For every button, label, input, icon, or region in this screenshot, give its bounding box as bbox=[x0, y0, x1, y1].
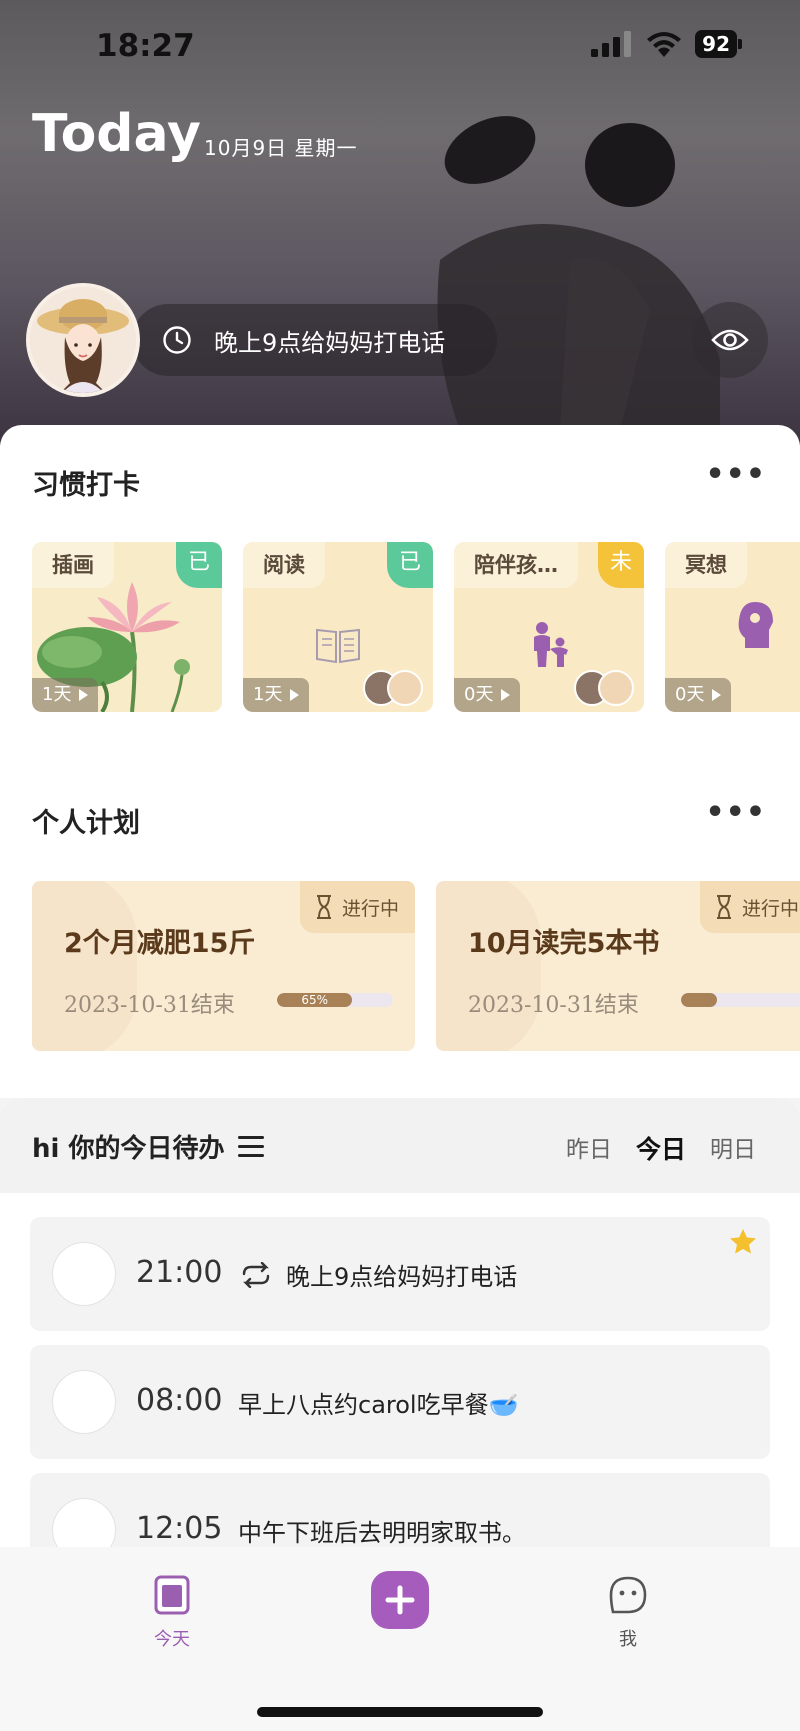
bottom-tab-bar: 今天 我 bbox=[0, 1547, 800, 1731]
hourglass-icon bbox=[316, 895, 331, 919]
play-icon bbox=[79, 689, 89, 701]
reminder-banner[interactable]: 晚上9点给妈妈打电话 bbox=[132, 304, 497, 376]
avatar bbox=[598, 670, 634, 706]
plan-end-date: 2023-10-31结束 bbox=[468, 993, 639, 1018]
parent-child-icon bbox=[534, 622, 568, 667]
todo-header: hi 你的今日待办 昨日 今日 明日 bbox=[0, 1098, 800, 1193]
todo-time: 12:05 bbox=[136, 1511, 223, 1546]
plan-status-badge: 进行中 bbox=[700, 881, 800, 933]
plan-end-date: 2023-10-31结束 bbox=[64, 993, 235, 1018]
reminder-text: 晚上9点给妈妈打电话 bbox=[214, 328, 446, 357]
plan-title: 10月读完5本书 bbox=[468, 928, 660, 959]
habit-status-tag: 未 bbox=[598, 542, 644, 588]
habit-section: 习惯打卡 ••• 插画 已 1天 阅读 已 1天 陪伴孩… 未 0天 冥想 0天 bbox=[0, 425, 800, 763]
page-title: Today bbox=[32, 104, 201, 164]
play-icon bbox=[290, 689, 300, 701]
clock-icon bbox=[163, 326, 191, 354]
todo-time: 21:00 bbox=[136, 1255, 223, 1290]
todo-checkbox[interactable] bbox=[52, 1242, 116, 1306]
plus-icon bbox=[385, 1585, 415, 1615]
habit-label: 插画 bbox=[32, 542, 114, 588]
status-time: 18:27 bbox=[96, 28, 195, 64]
plan-section: 个人计划 ••• 进行中 2个月减肥15斤 2023-10-31结束 65% 进… bbox=[0, 763, 800, 1098]
habit-streak[interactable]: 0天 bbox=[454, 678, 521, 712]
head-icon bbox=[738, 602, 773, 648]
todo-checkbox[interactable] bbox=[52, 1498, 116, 1547]
plan-title: 2个月减肥15斤 bbox=[64, 928, 256, 959]
habit-card-reading[interactable]: 阅读 已 1天 bbox=[243, 542, 433, 712]
todo-checkbox[interactable] bbox=[52, 1370, 116, 1434]
plan-progress-bar: 65% bbox=[277, 993, 393, 1007]
habit-label: 冥想 bbox=[665, 542, 747, 588]
habit-status-tag: 已 bbox=[387, 542, 433, 588]
habit-more-button[interactable]: ••• bbox=[705, 457, 766, 492]
plan-card-list: 进行中 2个月减肥15斤 2023-10-31结束 65% 进行中 10月读完5… bbox=[32, 881, 800, 1051]
panda-background-image bbox=[437, 116, 720, 430]
habit-card-illustration[interactable]: 插画 已 1天 bbox=[32, 542, 222, 712]
battery-level: 92 bbox=[695, 30, 737, 58]
plan-section-title: 个人计划 bbox=[32, 808, 140, 839]
habit-streak[interactable]: 1天 bbox=[32, 678, 99, 712]
todo-text: 早上八点约carol吃早餐🥣 bbox=[238, 1391, 519, 1419]
tab-yesterday[interactable]: 昨日 bbox=[566, 1130, 612, 1166]
menu-icon[interactable] bbox=[238, 1136, 265, 1157]
habit-streak[interactable]: 0天 bbox=[665, 678, 732, 712]
star-icon[interactable] bbox=[728, 1227, 758, 1257]
cellular-signal-icon bbox=[591, 31, 632, 57]
participant-avatars bbox=[574, 670, 636, 706]
tab-label: 今天 bbox=[154, 1629, 190, 1650]
habit-label: 陪伴孩… bbox=[454, 542, 578, 588]
todo-item[interactable]: 21:00 晚上9点给妈妈打电话 bbox=[30, 1217, 770, 1331]
plan-card[interactable]: 进行中 10月读完5本书 2023-10-31结束 bbox=[436, 881, 800, 1051]
habit-section-title: 习惯打卡 bbox=[32, 470, 140, 501]
plan-status-badge: 进行中 bbox=[299, 881, 415, 933]
status-bar: 18:27 92 bbox=[0, 0, 800, 95]
tab-tomorrow[interactable]: 明日 bbox=[710, 1130, 756, 1166]
hourglass-icon bbox=[717, 895, 731, 919]
repeat-icon bbox=[242, 1261, 270, 1288]
habit-label: 阅读 bbox=[243, 542, 325, 588]
wifi-icon bbox=[647, 32, 682, 57]
eye-icon bbox=[711, 329, 749, 351]
battery-indicator: 92 bbox=[695, 30, 742, 58]
tab-today[interactable]: 今日 bbox=[636, 1130, 686, 1166]
avatar-illustration bbox=[30, 287, 136, 393]
todo-time: 08:00 bbox=[136, 1383, 223, 1418]
plan-progress-fill bbox=[681, 993, 718, 1007]
tab-bar-today[interactable]: 今天 bbox=[112, 1575, 232, 1651]
todo-text: 中午下班后去明明家取书。 bbox=[238, 1519, 526, 1547]
home-indicator bbox=[257, 1707, 543, 1717]
profile-face-icon bbox=[609, 1576, 647, 1614]
habit-card-meditation[interactable]: 冥想 0天 bbox=[665, 542, 800, 712]
add-button[interactable] bbox=[371, 1571, 429, 1629]
plan-card[interactable]: 进行中 2个月减肥15斤 2023-10-31结束 65% bbox=[32, 881, 415, 1051]
hero-header: 18:27 92 Today 10月9日 星期一 晚上9点给妈妈打电话 bbox=[0, 0, 800, 445]
day-tabs: 昨日 今日 明日 bbox=[566, 1130, 756, 1166]
tab-bar-me[interactable]: 我 bbox=[568, 1575, 688, 1651]
user-avatar[interactable] bbox=[26, 283, 140, 397]
plan-more-button[interactable]: ••• bbox=[705, 795, 766, 830]
book-icon bbox=[316, 628, 360, 664]
play-icon bbox=[501, 689, 511, 701]
habit-card-list: 插画 已 1天 阅读 已 1天 陪伴孩… 未 0天 冥想 0天 bbox=[32, 542, 800, 712]
todo-text: 晚上9点给妈妈打电话 bbox=[286, 1263, 518, 1291]
plan-progress-bar bbox=[681, 993, 800, 1007]
todo-item[interactable]: 08:00 早上八点约carol吃早餐🥣 bbox=[30, 1345, 770, 1459]
calendar-icon bbox=[154, 1575, 190, 1615]
plan-progress-fill: 65% bbox=[277, 993, 353, 1007]
todo-item[interactable]: 12:05 中午下班后去明明家取书。 bbox=[30, 1473, 770, 1547]
avatar bbox=[387, 670, 423, 706]
todo-list: 21:00 晚上9点给妈妈打电话 08:00 早上八点约carol吃早餐🥣 12… bbox=[0, 1193, 800, 1547]
play-icon bbox=[712, 689, 722, 701]
todo-section-title: hi 你的今日待办 bbox=[32, 1134, 225, 1164]
habit-streak[interactable]: 1天 bbox=[243, 678, 310, 712]
tab-label: 我 bbox=[619, 1629, 637, 1650]
participant-avatars bbox=[363, 670, 425, 706]
current-date: 10月9日 星期一 bbox=[204, 136, 358, 160]
habit-status-tag: 已 bbox=[176, 542, 222, 588]
visibility-toggle-button[interactable] bbox=[692, 302, 768, 378]
habit-card-companion[interactable]: 陪伴孩… 未 0天 bbox=[454, 542, 644, 712]
